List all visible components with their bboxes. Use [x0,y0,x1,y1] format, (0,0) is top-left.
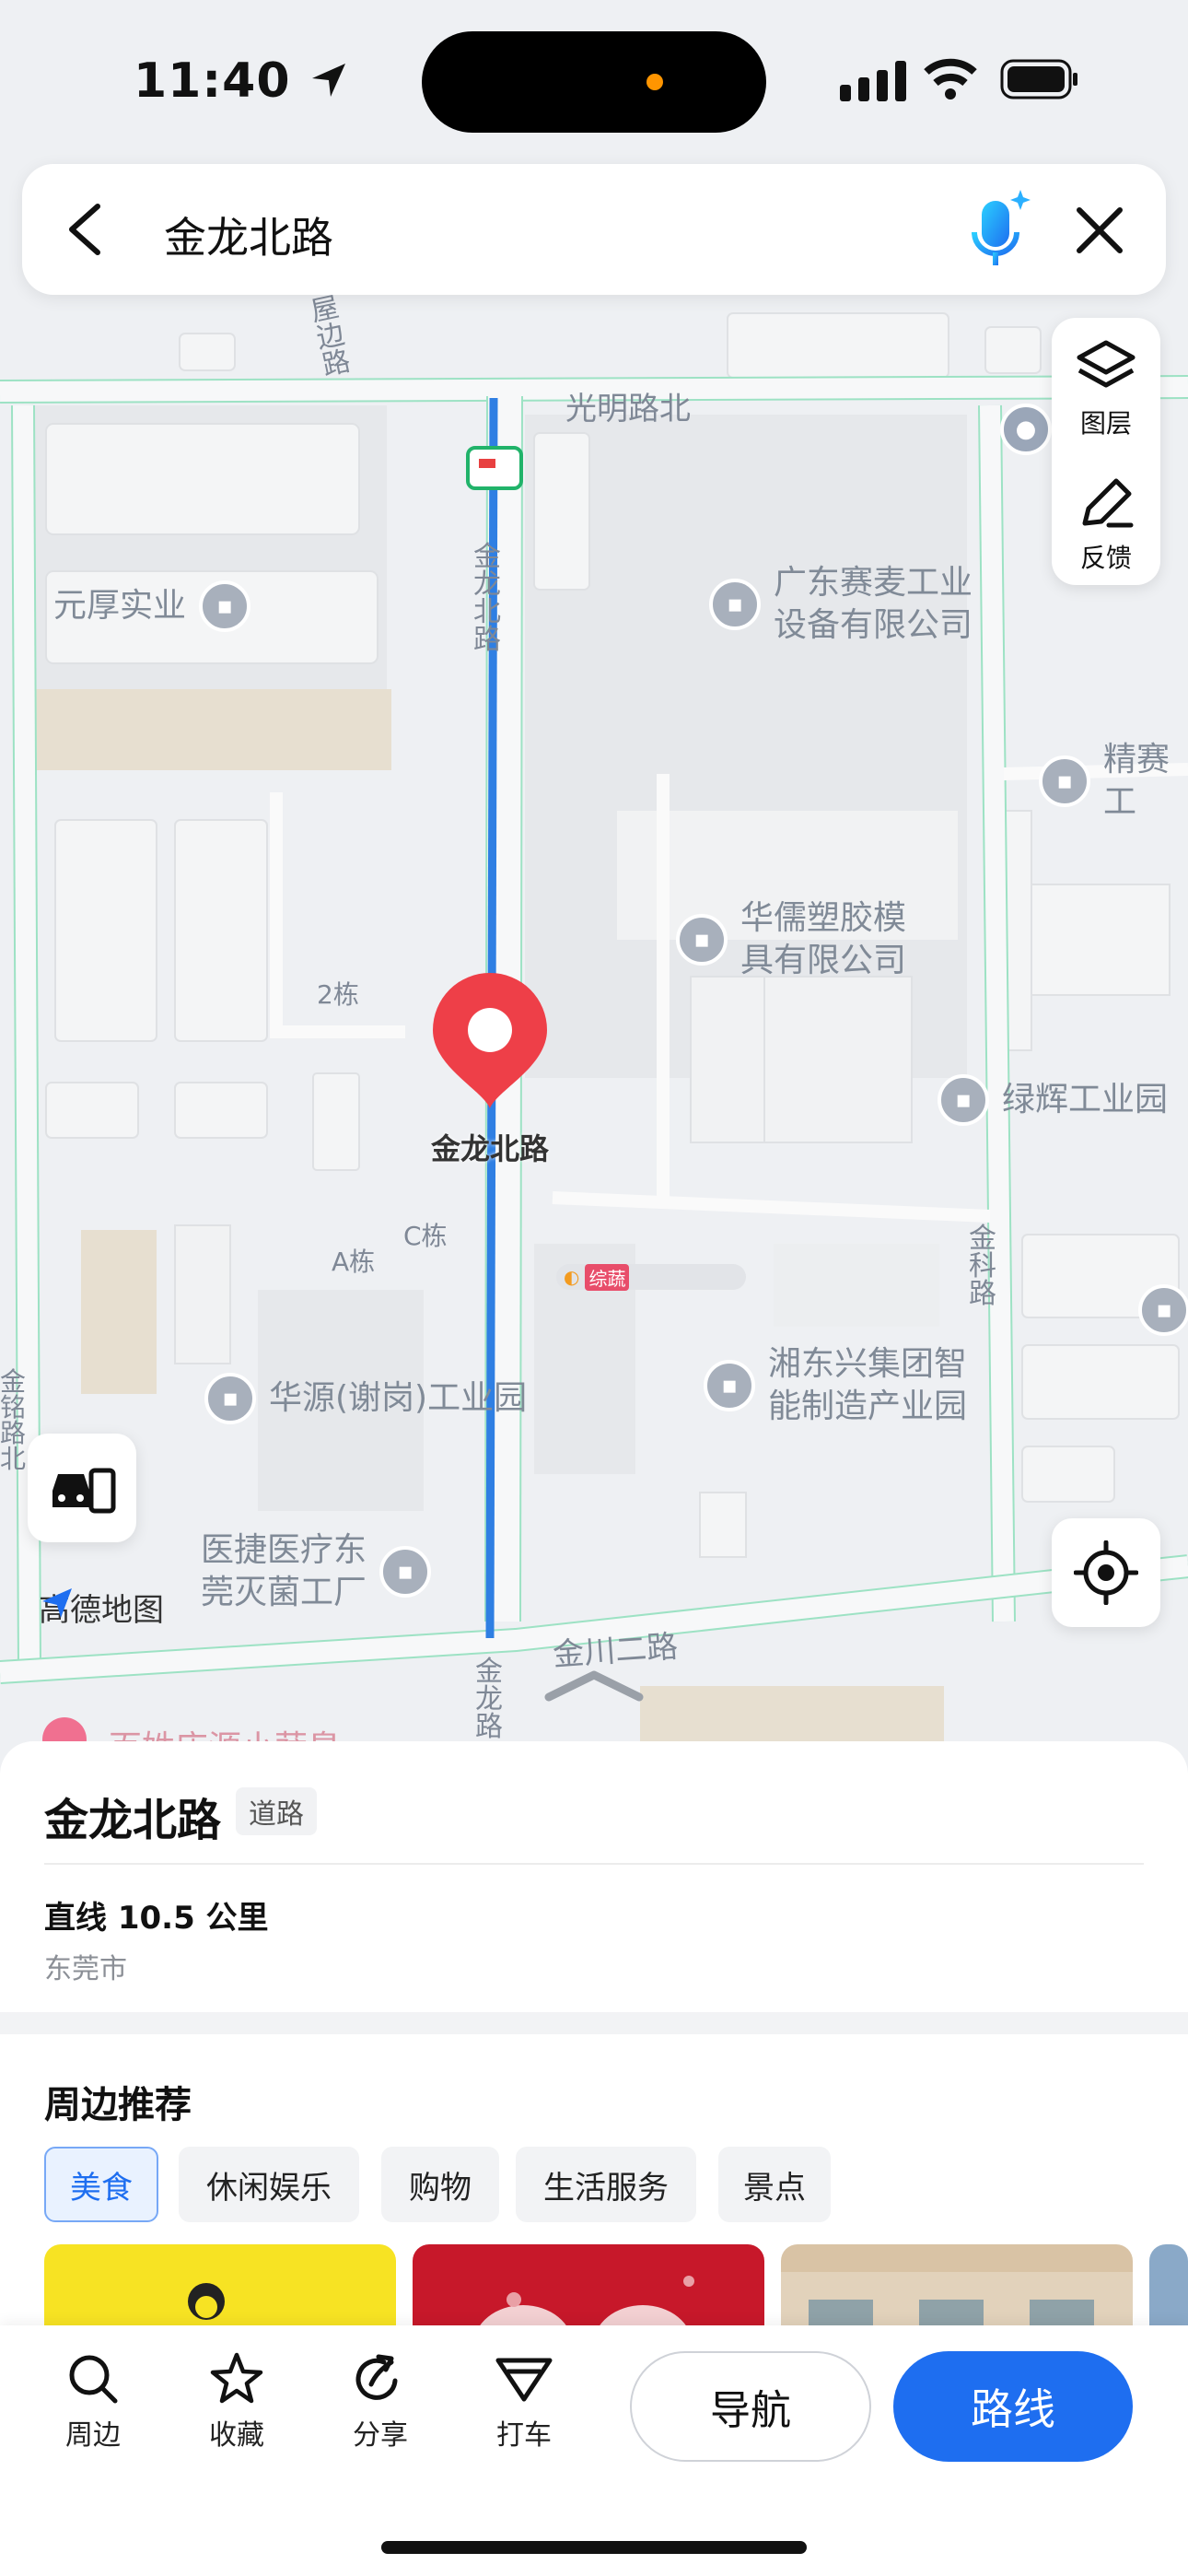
taxi-icon [495,2358,553,2402]
section-separator [0,2012,1188,2034]
building-label: C栋 [403,1221,448,1251]
location-marker[interactable] [425,966,554,1113]
poi-label: 莞灭菌工厂 [201,1574,367,1611]
poi-edge[interactable]: ▪ [1138,1284,1188,1336]
road-label: 光明路北 [565,391,691,427]
brand-logo: 高德地图 [39,1585,164,1630]
building-icon: ▪ [199,580,251,632]
poi-label: 精赛工 [1103,741,1171,821]
nearby-label: 周边 [65,2419,121,2452]
star-icon [210,2352,263,2404]
building-icon: ▪ [938,1074,989,1126]
poi-label: 绿辉工业园 [1002,1081,1169,1118]
back-icon[interactable] [63,201,105,258]
road-label: 金龙北路 [473,541,501,656]
building-icon: ▪ [379,1546,432,1598]
building-label: A栋 [332,1247,376,1277]
building-label: 2栋 [317,979,359,1010]
building-icon: ▪ [1138,1284,1188,1336]
chip-shopping[interactable]: 购物 [381,2147,499,2222]
share-label: 分享 [353,2419,408,2452]
voice-icon[interactable] [967,188,1033,273]
nearby-button[interactable]: 周边 [42,2351,144,2453]
poi-yuanhou[interactable]: ▪ 元厚实业 [53,580,251,632]
building-icon: ▪ [676,914,728,966]
poi-label: 华儒塑胶模 [740,899,907,937]
poi-label: 元厚实业 [53,587,187,625]
poi-label: 广东赛麦工业 [774,564,973,602]
logo-icon: ◐ [564,1266,580,1288]
signal-icon [840,61,906,101]
wifi-icon [924,58,977,100]
poi-label: 华源(谢岗)工业园 [269,1379,528,1417]
chip-leisure[interactable]: 休闲娱乐 [179,2147,359,2222]
close-icon[interactable] [1074,205,1125,256]
road-label: 金龙路 [475,1656,503,1743]
favorite-label: 收藏 [209,2419,264,2452]
share-icon [355,2354,398,2400]
poi-saimai[interactable]: ▪ 广东赛麦工业 设备有限公司 [709,562,973,647]
privacy-indicator [646,74,663,90]
station-icon: ● [1000,404,1052,455]
building-icon: ▪ [709,579,761,630]
layers-icon[interactable] [1076,339,1136,394]
poi-lvhui[interactable]: ▪ 绿辉工业园 [938,1074,1168,1126]
car-phone-icon [52,1468,116,1514]
place-title: 金龙北路 [44,1795,222,1846]
share-button[interactable]: 分享 [330,2351,431,2453]
route-button[interactable]: 路线 [893,2351,1133,2462]
layers-label[interactable]: 图层 [1052,404,1160,440]
building-icon: ▪ [704,1360,755,1411]
favorite-button[interactable]: 收藏 [186,2351,287,2453]
poi-huaru[interactable]: ▪ 华儒塑胶模具有限公司 [676,897,906,982]
taxi-label: 打车 [496,2419,552,2452]
distance-text: 直线 10.5 公里 [44,1900,269,1937]
battery-icon [1000,59,1077,100]
locate-icon [1074,1540,1138,1605]
poi-label: 湘东兴集团智 [768,1345,968,1383]
chip-services[interactable]: 生活服务 [516,2147,696,2222]
building-icon: ▪ [204,1373,256,1424]
feedback-pen-icon[interactable] [1077,474,1135,531]
building-icon: ▪ [1039,755,1090,807]
location-arrow-icon [311,64,345,97]
taxi-button[interactable]: 打车 [473,2351,575,2453]
city-text: 东莞市 [44,1953,127,1985]
place-type-badge: 道路 [236,1787,317,1835]
chip-scenic[interactable]: 景点 [718,2147,831,2222]
amap-logo-icon [42,1588,72,1618]
poi-huayuan[interactable]: ▪ 华源(谢岗)工业园 [204,1373,527,1424]
locate-me-button[interactable] [1052,1518,1160,1627]
road-label: 金科路 [969,1223,996,1310]
time-label: 11:40 [134,53,291,109]
home-indicator[interactable] [381,2541,807,2554]
marker-label: 金龙北路 [430,1131,549,1166]
feedback-label[interactable]: 反馈 [1052,538,1160,575]
divider [44,1863,1144,1865]
poi-label: 设备有限公司 [774,606,973,644]
road-label: 金川二路 [552,1628,680,1674]
ad-pill[interactable]: ◐ 综蔬 [556,1263,746,1291]
poi-xiangdongxing[interactable]: ▪ 湘东兴集团智 能制造产业园 [704,1343,967,1428]
poi-yijie[interactable]: ▪ 医捷医疗东莞灭菌工厂 [201,1529,432,1614]
nearby-title: 周边推荐 [44,2084,192,2126]
dynamic-island [422,31,766,133]
search-input[interactable]: 金龙北路 [164,205,333,265]
chevron-up-icon[interactable] [543,1668,645,1704]
road-label: 金铭路北 [0,1366,27,1474]
map-pin-icon [433,972,547,1108]
search-icon [69,2355,118,2404]
poi-label: 能制造产业园 [768,1388,968,1425]
chip-food[interactable]: 美食 [44,2147,158,2222]
poi-label: 医捷医疗东 [201,1531,367,1569]
pill-label: 综蔬 [585,1263,630,1291]
poi-jingsai[interactable]: ▪ 精赛工 [1039,739,1188,824]
traffic-mode-button[interactable] [28,1434,136,1542]
poi-label: 具有限公司 [740,942,907,979]
status-time: 11:40 [134,53,349,109]
navigate-button[interactable]: 导航 [630,2351,871,2462]
